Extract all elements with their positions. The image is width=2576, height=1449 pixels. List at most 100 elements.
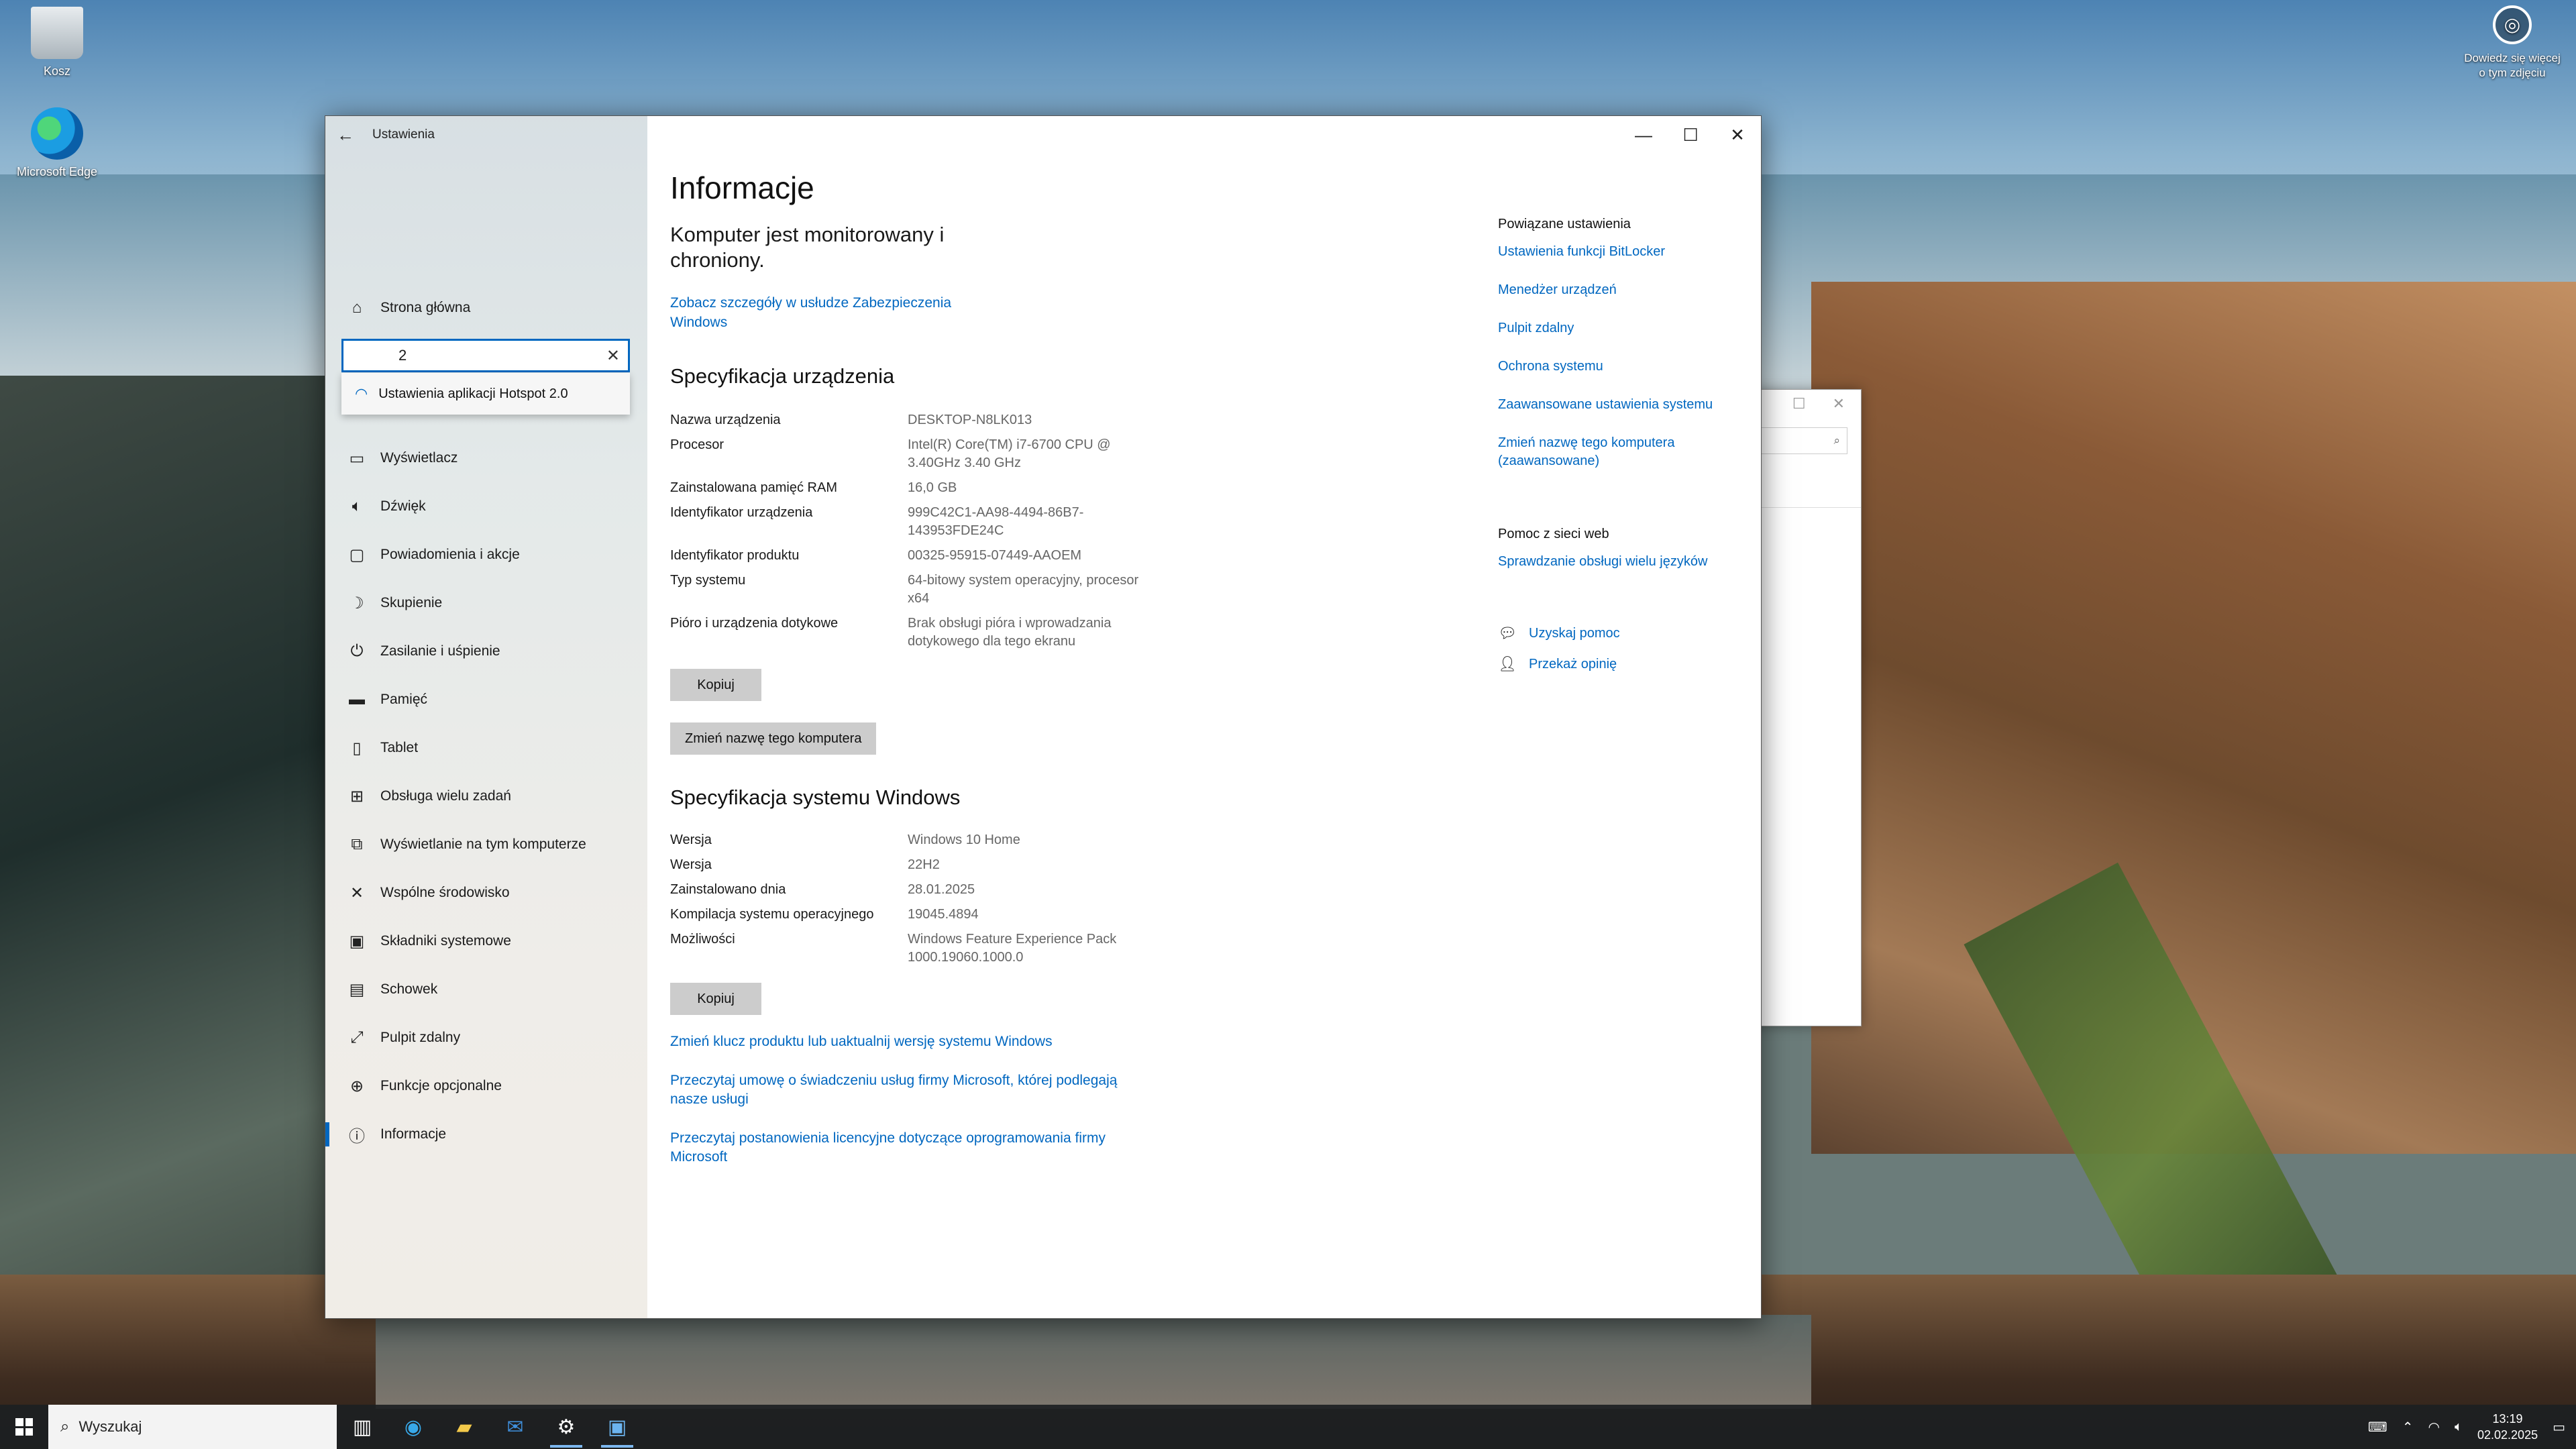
- sidebar-item-label: Wyświetlanie na tym komputerze: [380, 837, 586, 852]
- sidebar-item-storage[interactable]: ▬ Pamięć: [325, 676, 647, 724]
- taskbar-search-placeholder: Wyszukaj: [78, 1418, 142, 1435]
- search-icon: ⌕: [1833, 434, 1840, 447]
- spec-value: 64-bitowy system operacyjny, procesor x6…: [908, 573, 1139, 606]
- sidebar-item-remote-desktop[interactable]: ⤢ Pulpit zdalny: [325, 1014, 647, 1062]
- sidebar-item-home[interactable]: ⌂ Strona główna: [325, 284, 647, 332]
- taskbar: ⌕ Wyszukaj ▥ ◉ ▰ ✉ ⚙ ▣ ⌨ ⌃ ◠ 🔈︎ 13:19 02…: [0, 1405, 2576, 1449]
- spec-value: 00325-95915-07449-AAOEM: [908, 548, 1082, 563]
- sidebar-item-system-components[interactable]: ▣ Składniki systemowe: [325, 917, 647, 965]
- sidebar-item-optional-features[interactable]: ⊕ Funkcje opcjonalne: [325, 1062, 647, 1110]
- security-details-link[interactable]: Zobacz szczegóły w usłudze Zabezpieczeni…: [670, 293, 979, 332]
- close-icon[interactable]: ✕: [1833, 395, 1845, 413]
- sidebar-item-about[interactable]: ⓘ Informacje: [325, 1110, 647, 1159]
- volume-icon[interactable]: 🔈︎: [2455, 1419, 2463, 1435]
- sidebar-item-projecting[interactable]: ⧉ Wyświetlanie na tym komputerze: [325, 820, 647, 869]
- copy-device-spec-button[interactable]: Kopiuj: [670, 669, 761, 701]
- file-explorer-icon[interactable]: ▰: [439, 1405, 490, 1449]
- rename-pc-button[interactable]: Zmień nazwę tego komputera: [670, 722, 877, 755]
- sidebar-item-notifications[interactable]: ▢ Powiadomienia i akcje: [325, 531, 647, 579]
- start-button[interactable]: [0, 1405, 48, 1449]
- search-suggestion[interactable]: ◠ Ustawienia aplikacji Hotspot 2.0: [341, 373, 630, 415]
- advanced-system-settings-link[interactable]: Zaawansowane ustawienia systemu: [1498, 396, 1766, 414]
- edge-icon[interactable]: ◉: [388, 1405, 439, 1449]
- camera-icon: ◎: [2493, 5, 2532, 44]
- settings-window: ← Ustawienia ⌂ Strona główna 2 ✕ ◠ Ustaw…: [325, 115, 1762, 1319]
- multilanguage-support-link[interactable]: Sprawdzanie obsługi wielu języków: [1498, 553, 1766, 571]
- spec-value: Windows Feature Experience Pack 1000.190…: [908, 932, 1117, 965]
- back-arrow-icon[interactable]: ←: [325, 125, 366, 146]
- sidebar-item-focus[interactable]: ☽ Skupienie: [325, 579, 647, 627]
- power-icon: ⏻: [350, 642, 364, 660]
- window-titlebar: ← Ustawienia: [325, 116, 647, 154]
- clipboard-icon: ▤: [349, 980, 365, 999]
- desktop-icon-recycle-bin[interactable]: Kosz: [0, 7, 114, 78]
- related-settings-heading: Powiązane ustawienia: [1498, 217, 1631, 231]
- spec-key: Typ systemu: [670, 573, 746, 588]
- clock[interactable]: 13:19 02.02.2025: [2477, 1411, 2538, 1443]
- network-icon[interactable]: ◠: [2428, 1419, 2440, 1436]
- task-view-icon[interactable]: ▥: [337, 1405, 388, 1449]
- sidebar-item-shared-experiences[interactable]: ✕ Wspólne środowisko: [325, 869, 647, 917]
- desktop-icon-edge[interactable]: Microsoft Edge: [0, 107, 114, 179]
- sidebar-item-label: Obsługa wielu zadań: [380, 788, 511, 804]
- license-terms-link[interactable]: Przeczytaj postanowienia licencyjne doty…: [670, 1129, 1140, 1167]
- spec-row: Wersja Windows 10 Home: [670, 831, 1167, 849]
- bitlocker-link[interactable]: Ustawienia funkcji BitLocker: [1498, 243, 1766, 261]
- notification-center-icon[interactable]: ▭: [2553, 1419, 2565, 1436]
- spec-value: Brak obsługi pióra i wprowadzania dotyko…: [908, 616, 1112, 649]
- sidebar-item-power[interactable]: ⏻ Zasilanie i uśpienie: [325, 627, 647, 676]
- sidebar-item-tablet[interactable]: ▯ Tablet: [325, 724, 647, 772]
- spec-value: 16,0 GB: [908, 480, 957, 495]
- services-agreement-link[interactable]: Przeczytaj umowę o świadczeniu usług fir…: [670, 1071, 1140, 1109]
- protection-status: Komputer jest monitorowany i chroniony.: [670, 223, 945, 272]
- sidebar-item-display[interactable]: ▭ Wyświetlacz: [325, 434, 647, 482]
- spec-value: Intel(R) Core(TM) i7-6700 CPU @ 3.40GHz …: [908, 437, 1111, 470]
- search-suggestion-label: Ustawienia aplikacji Hotspot 2.0: [378, 386, 568, 401]
- spec-value: 22H2: [908, 857, 940, 872]
- windows-spec-heading: Specyfikacja systemu Windows: [670, 786, 961, 809]
- rename-pc-advanced-link[interactable]: Zmień nazwę tego komputera (zaawansowane…: [1498, 434, 1766, 470]
- desktop-icon-label: Microsoft Edge: [16, 165, 98, 178]
- taskbar-search[interactable]: ⌕ Wyszukaj: [48, 1405, 337, 1449]
- sidebar-item-label: Skupienie: [380, 595, 443, 610]
- spec-row: Zainstalowano dnia 28.01.2025: [670, 881, 1167, 899]
- sidebar-item-sound[interactable]: 🔈︎ Dźwięk: [325, 482, 647, 531]
- sidebar-item-label: Wyświetlacz: [380, 450, 458, 466]
- device-spec-heading: Specyfikacja urządzenia: [670, 364, 895, 388]
- spotlight-info-widget[interactable]: ◎ Dowiedz się więcej o tym zdjęciu: [2449, 5, 2576, 80]
- spec-key: Pióro i urządzenia dotykowe: [670, 616, 839, 631]
- spec-row: Pióro i urządzenia dotykowe Brak obsługi…: [670, 614, 1167, 651]
- spec-row: Procesor Intel(R) Core(TM) i7-6700 CPU @…: [670, 436, 1167, 472]
- settings-icon[interactable]: ⚙: [541, 1405, 592, 1449]
- get-help-link[interactable]: 💬︎ Uzyskaj pomoc: [1498, 625, 1766, 642]
- sidebar-item-label: Wspólne środowisko: [380, 885, 510, 900]
- system-info-icon[interactable]: ▣: [592, 1405, 643, 1449]
- spec-key: Zainstalowana pamięć RAM: [670, 480, 837, 495]
- copy-windows-spec-button[interactable]: Kopiuj: [670, 983, 761, 1015]
- page-title: Informacje: [670, 170, 814, 205]
- desktop-icon-label: Kosz: [43, 64, 71, 78]
- mail-icon[interactable]: ✉: [490, 1405, 541, 1449]
- clear-icon[interactable]: ✕: [606, 346, 620, 366]
- sidebar-item-clipboard[interactable]: ▤ Schowek: [325, 965, 647, 1014]
- system-tray: ⌨ ⌃ ◠ 🔈︎ 13:19 02.02.2025 ▭: [2368, 1411, 2576, 1443]
- feedback-link[interactable]: 👤︎ Przekaż opinię: [1498, 655, 1766, 673]
- chevron-up-icon[interactable]: ⌃: [2402, 1419, 2414, 1436]
- maximize-icon[interactable]: ☐: [1792, 395, 1806, 413]
- sidebar-item-label: Pamięć: [380, 692, 428, 707]
- sidebar-item-label: Schowek: [380, 981, 438, 997]
- sidebar-item-multitasking[interactable]: ⊞ Obsługa wielu zadań: [325, 772, 647, 820]
- moon-icon: ☽: [350, 594, 364, 612]
- storage-icon: ▬: [349, 690, 365, 708]
- device-manager-link[interactable]: Menedżer urządzeń: [1498, 281, 1766, 299]
- change-product-key-link[interactable]: Zmień klucz produktu lub uaktualnij wers…: [670, 1032, 1140, 1051]
- keyboard-icon[interactable]: ⌨: [2368, 1419, 2387, 1436]
- spec-value: 28.01.2025: [908, 882, 975, 897]
- recycle-bin-icon: [31, 7, 83, 59]
- spec-value: DESKTOP-N8LK013: [908, 413, 1032, 427]
- spec-value: Windows 10 Home: [908, 833, 1020, 847]
- system-protection-link[interactable]: Ochrona systemu: [1498, 358, 1766, 376]
- remote-desktop-link[interactable]: Pulpit zdalny: [1498, 319, 1766, 337]
- spotlight-text-line2: o tym zdjęciu: [2479, 66, 2546, 79]
- settings-search-input[interactable]: 2 ✕: [341, 339, 630, 372]
